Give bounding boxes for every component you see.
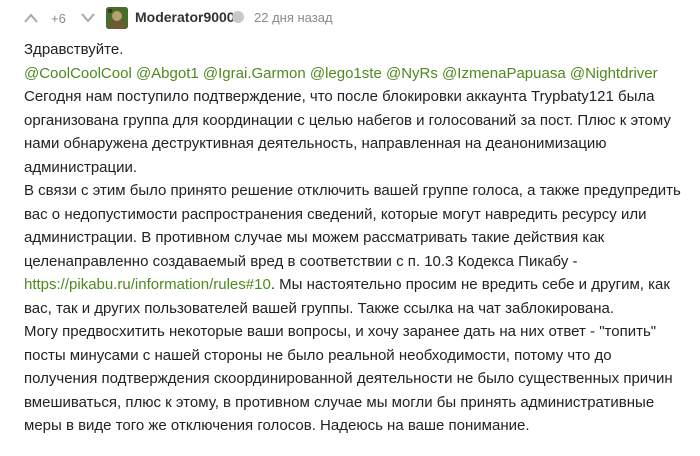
moderator-badge-icon <box>232 11 244 23</box>
mention-link[interactable]: @IzmenaPapuasa <box>442 65 566 82</box>
mention-link[interactable]: @Abgot1 <box>136 65 199 82</box>
comment-body: Здравствуйте. @CoolCoolCool @Abgot1 @Igr… <box>24 38 689 438</box>
paragraph-3: Могу предвосхитить некоторые ваши вопрос… <box>24 323 673 434</box>
rules-link[interactable]: https://pikabu.ru/information/rules#10 <box>24 276 271 293</box>
mention-link[interactable]: @lego1ste <box>310 65 382 82</box>
avatar[interactable] <box>106 7 128 29</box>
mention-link[interactable]: @NyRs <box>386 65 438 82</box>
paragraph-2-start: В связи с этим было принято решение откл… <box>24 182 681 270</box>
comment-rating: +6 <box>51 11 66 26</box>
username[interactable]: Moderator9000 <box>135 9 235 25</box>
comment: +6 Moderator9000 22 дня назад Здравствуй… <box>0 0 700 456</box>
greeting: Здравствуйте. <box>24 41 124 58</box>
mention-link[interactable]: @Igrai.Garmon <box>203 65 306 82</box>
mention-link[interactable]: @Nightdriver <box>570 65 658 82</box>
mentions-line: @CoolCoolCool @Abgot1 @Igrai.Garmon @leg… <box>24 62 689 86</box>
avatar-image <box>106 7 128 29</box>
mention-link[interactable]: @CoolCoolCool <box>24 65 132 82</box>
chevron-up-icon[interactable] <box>24 12 38 24</box>
comment-timestamp[interactable]: 22 дня назад <box>254 10 333 25</box>
paragraph-2: В связи с этим было принято решение откл… <box>24 179 689 320</box>
comment-header: +6 Moderator9000 22 дня назад <box>0 0 700 38</box>
chevron-down-icon[interactable] <box>81 12 95 24</box>
paragraph-1: Сегодня нам поступило подтверждение, что… <box>24 88 671 176</box>
